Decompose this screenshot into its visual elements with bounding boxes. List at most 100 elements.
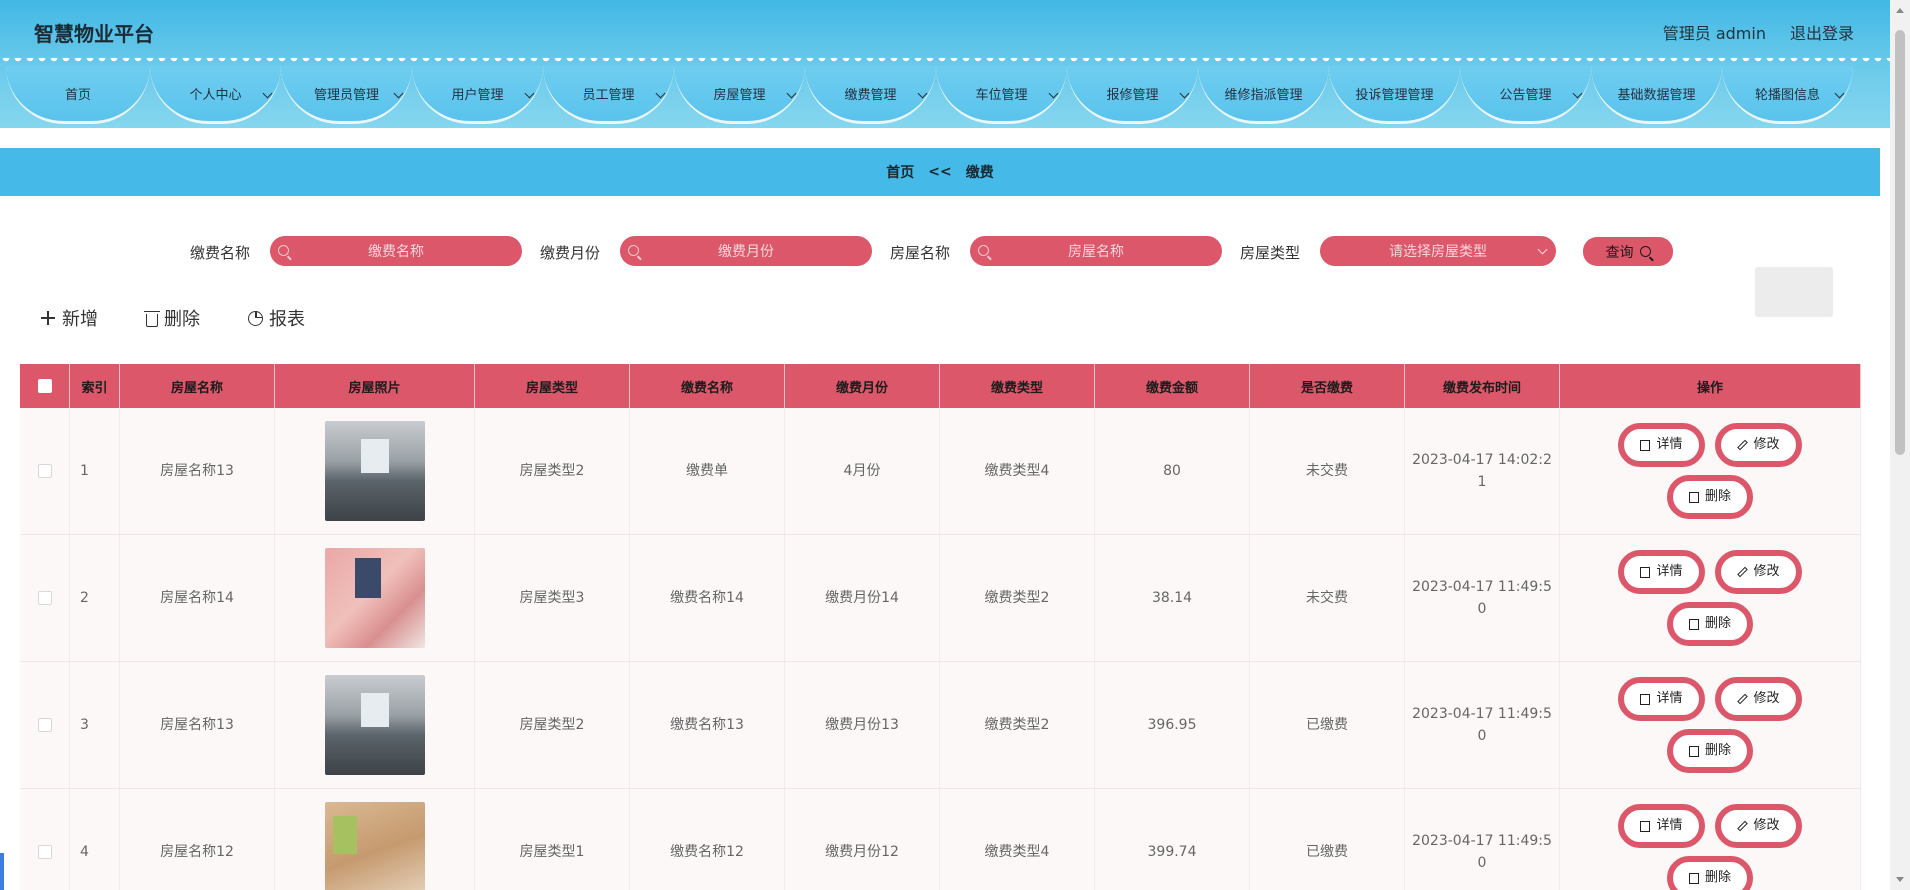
chevron-down-icon <box>262 88 273 99</box>
scroll-up-arrow-icon[interactable] <box>1896 8 1904 13</box>
report-button[interactable]: 报表 <box>248 305 305 331</box>
trash-icon <box>144 310 160 327</box>
column-header: 缴费名称 <box>630 364 785 408</box>
row-select-cell <box>20 408 70 534</box>
nav-item-home[interactable]: 首页 <box>6 66 150 124</box>
house-photo[interactable] <box>324 548 425 648</box>
pencil-icon <box>1736 693 1748 705</box>
photo-cell <box>275 535 475 661</box>
row-delete-button[interactable]: 删除 <box>1666 729 1753 773</box>
query-button[interactable]: 查询 <box>1583 237 1673 266</box>
nav-label: 轮播图信息 <box>1754 88 1820 103</box>
table-row: 1 房屋名称13 房屋类型2 缴费单 4月份 缴费类型4 80 未交费 2023… <box>20 408 1861 535</box>
house-name-input[interactable]: 房屋名称 <box>970 236 1222 266</box>
column-header: 缴费月份 <box>785 364 940 408</box>
row-delete-button[interactable]: 删除 <box>1666 475 1753 519</box>
nav-item-houses[interactable]: 房屋管理 <box>674 66 805 124</box>
report-label: 报表 <box>269 309 305 330</box>
row-checkbox[interactable] <box>37 718 52 732</box>
row-delete-button[interactable]: 删除 <box>1666 602 1753 646</box>
search-icon <box>628 245 639 256</box>
fee-month-input[interactable]: 缴费月份 <box>620 236 872 266</box>
row-delete-label: 删除 <box>1704 489 1731 504</box>
nav-item-fees[interactable]: 缴费管理 <box>805 66 936 124</box>
nav-item-base-data[interactable]: 基础数据管理 <box>1591 66 1722 124</box>
house-type-select[interactable]: 请选择房屋类型 <box>1320 236 1556 266</box>
fee-name-cell: 缴费名称14 <box>630 535 785 661</box>
paid-status-cell: 未交费 <box>1250 535 1405 661</box>
paid-status-cell: 未交费 <box>1250 408 1405 534</box>
fee-name-cell: 缴费名称13 <box>630 662 785 788</box>
fee-month-cell: 缴费月份14 <box>785 535 940 661</box>
row-checkbox[interactable] <box>37 464 52 478</box>
amount-cell: 399.74 <box>1095 789 1250 890</box>
row-checkbox[interactable] <box>37 845 52 859</box>
pencil-icon <box>1736 820 1748 832</box>
trash-icon <box>1688 491 1699 503</box>
nav-item-users[interactable]: 用户管理 <box>412 66 543 124</box>
nav-label: 维修指派管理 <box>1224 88 1303 103</box>
column-header: 缴费类型 <box>940 364 1095 408</box>
edit-button[interactable]: 修改 <box>1714 804 1802 848</box>
row-select-cell <box>20 535 70 661</box>
house-name-cell: 房屋名称14 <box>120 535 275 661</box>
delete-label: 删除 <box>164 309 200 330</box>
logout-link[interactable]: 退出登录 <box>1790 20 1854 44</box>
detail-button[interactable]: 详情 <box>1618 550 1705 594</box>
nav-item-carousel[interactable]: 轮播图信息 <box>1722 66 1853 124</box>
operations-cell: 详情 修改 删除 <box>1560 789 1861 890</box>
chevron-down-icon <box>393 88 404 99</box>
select-all-checkbox[interactable] <box>37 379 52 393</box>
search-icon <box>1639 246 1651 257</box>
nav-item-repairs[interactable]: 报修管理 <box>1067 66 1198 124</box>
nav-item-complaints[interactable]: 投诉管理管理 <box>1329 66 1460 124</box>
fee-name-input[interactable]: 缴费名称 <box>270 236 522 266</box>
chevron-down-icon <box>786 88 797 99</box>
publish-time-line1: 2023-04-17 14:02:2 <box>1412 452 1552 468</box>
chevron-down-icon <box>1834 88 1845 99</box>
edit-button[interactable]: 修改 <box>1714 550 1802 594</box>
scroll-down-arrow-icon[interactable] <box>1896 877 1904 882</box>
current-user[interactable]: 管理员 admin <box>1663 20 1766 44</box>
trash-icon <box>1688 618 1699 630</box>
detail-button[interactable]: 详情 <box>1618 423 1705 467</box>
nav-item-notices[interactable]: 公告管理 <box>1460 66 1591 124</box>
house-photo[interactable] <box>324 675 425 775</box>
index-cell: 4 <box>70 789 120 890</box>
house-name-label: 房屋名称 <box>890 244 951 262</box>
nav-label: 基础数据管理 <box>1617 88 1696 103</box>
trash-icon <box>1688 745 1699 757</box>
chevron-down-icon <box>655 88 666 99</box>
add-button[interactable]: 新增 <box>40 305 98 331</box>
house-photo[interactable] <box>324 421 425 521</box>
edit-button[interactable]: 修改 <box>1714 677 1802 721</box>
publish-time-line1: 2023-04-17 11:49:5 <box>1412 833 1552 849</box>
detail-button[interactable]: 详情 <box>1618 677 1705 721</box>
chevron-down-icon <box>917 88 928 99</box>
nav-label: 缴费管理 <box>844 88 897 103</box>
nav-item-admins[interactable]: 管理员管理 <box>281 66 412 124</box>
column-header: 房屋名称 <box>120 364 275 408</box>
column-header: 索引 <box>70 364 120 408</box>
chevron-down-icon <box>1537 244 1548 255</box>
column-header: 缴费金额 <box>1095 364 1250 408</box>
house-photo[interactable] <box>324 802 425 890</box>
breadcrumb-home[interactable]: 首页 <box>886 162 914 182</box>
nav-item-repair-assign[interactable]: 维修指派管理 <box>1198 66 1329 124</box>
table-row: 4 房屋名称12 房屋类型1 缴费名称12 缴费月份12 缴费类型4 399.7… <box>20 789 1861 890</box>
nav-item-parking[interactable]: 车位管理 <box>936 66 1067 124</box>
scrollbar-thumb[interactable] <box>1895 30 1905 455</box>
breadcrumb: 首页 << 缴费 <box>0 148 1880 196</box>
edit-label: 修改 <box>1753 818 1780 833</box>
search-icon <box>978 245 989 256</box>
edit-button[interactable]: 修改 <box>1714 423 1802 467</box>
nav-label: 报修管理 <box>1106 88 1159 103</box>
row-delete-button[interactable]: 删除 <box>1666 856 1753 890</box>
delete-button[interactable]: 删除 <box>144 305 200 331</box>
nav-item-profile[interactable]: 个人中心 <box>150 66 281 124</box>
page-scrollbar[interactable] <box>1890 0 1910 890</box>
row-checkbox[interactable] <box>37 591 52 605</box>
nav-item-staff[interactable]: 员工管理 <box>543 66 674 124</box>
paid-status-cell: 已缴费 <box>1250 662 1405 788</box>
detail-button[interactable]: 详情 <box>1618 804 1705 848</box>
